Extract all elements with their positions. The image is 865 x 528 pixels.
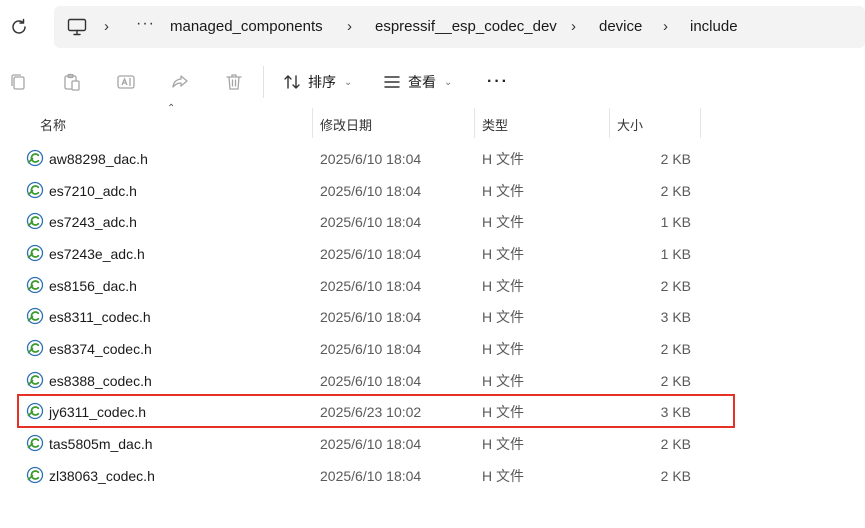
file-size: 1 KB [660,245,691,262]
file-type: H 文件 [482,277,524,294]
file-type: H 文件 [482,214,524,231]
file-size: 3 KB [660,309,691,326]
breadcrumb-overflow-button[interactable]: ··· [136,15,155,33]
view-lines-icon [384,76,400,88]
file-size: 1 KB [660,214,691,231]
c-header-file-icon [26,466,44,483]
c-header-file-icon [26,339,44,357]
file-row[interactable]: es8311_codec.h 2025/6/10 18:04 H 文件 3 KB [20,301,732,332]
file-date: 2025/6/10 18:04 [320,182,422,199]
sort-button[interactable]: 排序 ⌄ [282,70,352,94]
file-name: es7210_adc.h [49,182,137,199]
breadcrumb-chevron-icon: › [663,18,668,35]
command-bar: 排序 ⌄ 查看 ⌄ ··· [0,58,865,106]
toolbar-divider [263,66,264,98]
c-header-file-icon [26,181,44,198]
file-row[interactable]: aw88298_dac.h 2025/6/10 18:04 H 文件 2 KB [20,143,732,174]
paste-icon[interactable] [62,72,82,92]
file-name: es7243_adc.h [49,214,137,231]
file-date: 2025/6/10 18:04 [320,467,422,484]
rename-icon[interactable] [116,72,136,92]
file-row[interactable]: es8374_codec.h 2025/6/10 18:04 H 文件 2 KB [20,333,732,364]
c-header-file-icon [26,213,44,230]
breadcrumb-esp-codec-dev[interactable]: espressif__esp_codec_dev [375,17,557,37]
file-name: aw88298_dac.h [49,151,148,167]
chevron-down-icon: ⌄ [444,76,453,88]
chevron-down-icon: ⌄ [344,76,353,88]
file-name: es8388_codec.h [49,372,152,389]
c-header-file-icon [26,276,44,293]
breadcrumb-device[interactable]: device [599,17,642,37]
c-header-file-icon [26,371,44,388]
file-size: 2 KB [660,435,691,452]
view-label: 查看 [408,74,436,90]
file-type: H 文件 [482,182,524,199]
address-bar-region: › ··· managed_components › espressif__es… [0,0,865,54]
c-header-file-icon [26,244,44,262]
column-header-size[interactable]: 大小 [617,115,643,134]
file-row[interactable]: es8156_dac.h 2025/6/10 18:04 H 文件 2 KB [20,270,732,301]
file-type: H 文件 [482,151,524,167]
column-header-date[interactable]: 修改日期 [320,115,372,134]
file-row[interactable]: es7210_adc.h 2025/6/10 18:04 H 文件 2 KB [20,175,732,206]
file-name: es8156_dac.h [49,277,137,294]
c-header-file-icon [26,308,44,325]
file-name: es8311_codec.h [49,309,151,326]
c-header-file-icon [26,149,44,167]
file-row[interactable]: es8388_codec.h 2025/6/10 18:04 H 文件 2 KB [20,365,732,396]
more-options-button[interactable]: ··· [487,73,509,91]
breadcrumb-managed-components[interactable]: managed_components [170,17,323,37]
file-name: es8374_codec.h [49,340,152,357]
column-divider[interactable] [312,108,313,138]
file-date: 2025/6/10 18:04 [320,277,422,294]
file-row[interactable]: tas5805m_dac.h 2025/6/10 18:04 H 文件 2 KB [20,428,732,459]
share-icon[interactable] [170,72,190,92]
c-header-file-icon [26,434,44,451]
file-name: zl38063_codec.h [49,467,155,484]
column-divider[interactable] [700,108,701,138]
file-date: 2025/6/10 18:04 [320,245,422,262]
file-size: 2 KB [660,151,691,167]
file-date: 2025/6/10 18:04 [320,340,422,357]
file-type: H 文件 [482,435,524,452]
sort-icon [284,75,300,89]
file-date: 2025/6/10 18:04 [320,309,422,326]
file-date: 2025/6/10 18:04 [320,372,422,389]
this-pc-icon[interactable] [66,16,88,38]
file-type: H 文件 [482,245,524,262]
sort-label: 排序 [308,74,336,90]
column-header-type[interactable]: 类型 [482,115,508,134]
file-size: 2 KB [660,277,691,294]
delete-icon[interactable] [224,72,244,92]
copy-icon[interactable] [8,72,28,92]
column-header-name[interactable]: 名称 [40,115,66,134]
file-name: es7243e_adc.h [49,245,145,262]
file-date: 2025/6/10 18:04 [320,214,422,231]
column-header-row [0,108,865,138]
breadcrumb-chevron-icon: › [347,18,352,35]
file-type: H 文件 [482,309,524,326]
file-row[interactable]: es7243_adc.h 2025/6/10 18:04 H 文件 1 KB [20,206,732,237]
breadcrumb-chevron-icon: › [571,18,576,35]
file-row[interactable]: es7243e_adc.h 2025/6/10 18:04 H 文件 1 KB [20,238,732,269]
file-type: H 文件 [482,340,524,357]
sort-ascending-icon: ⌃ [167,103,176,114]
file-type: H 文件 [482,372,524,389]
column-divider[interactable] [474,108,475,138]
file-size: 2 KB [660,372,691,389]
file-size: 2 KB [660,467,691,484]
file-row[interactable]: zl38063_codec.h 2025/6/10 18:04 H 文件 2 KB [20,460,732,491]
view-button[interactable]: 查看 ⌄ [382,70,452,94]
file-size: 2 KB [660,182,691,199]
file-type: H 文件 [482,467,524,484]
file-date: 2025/6/10 18:04 [320,151,422,167]
breadcrumb-include[interactable]: include [690,17,738,37]
file-size: 2 KB [660,340,691,357]
refresh-icon[interactable] [8,16,30,38]
breadcrumb-chevron-icon: › [104,18,109,35]
column-divider[interactable] [609,108,610,138]
file-name: tas5805m_dac.h [49,435,153,452]
highlight-annotation-box [17,394,735,428]
file-date: 2025/6/10 18:04 [320,435,422,452]
